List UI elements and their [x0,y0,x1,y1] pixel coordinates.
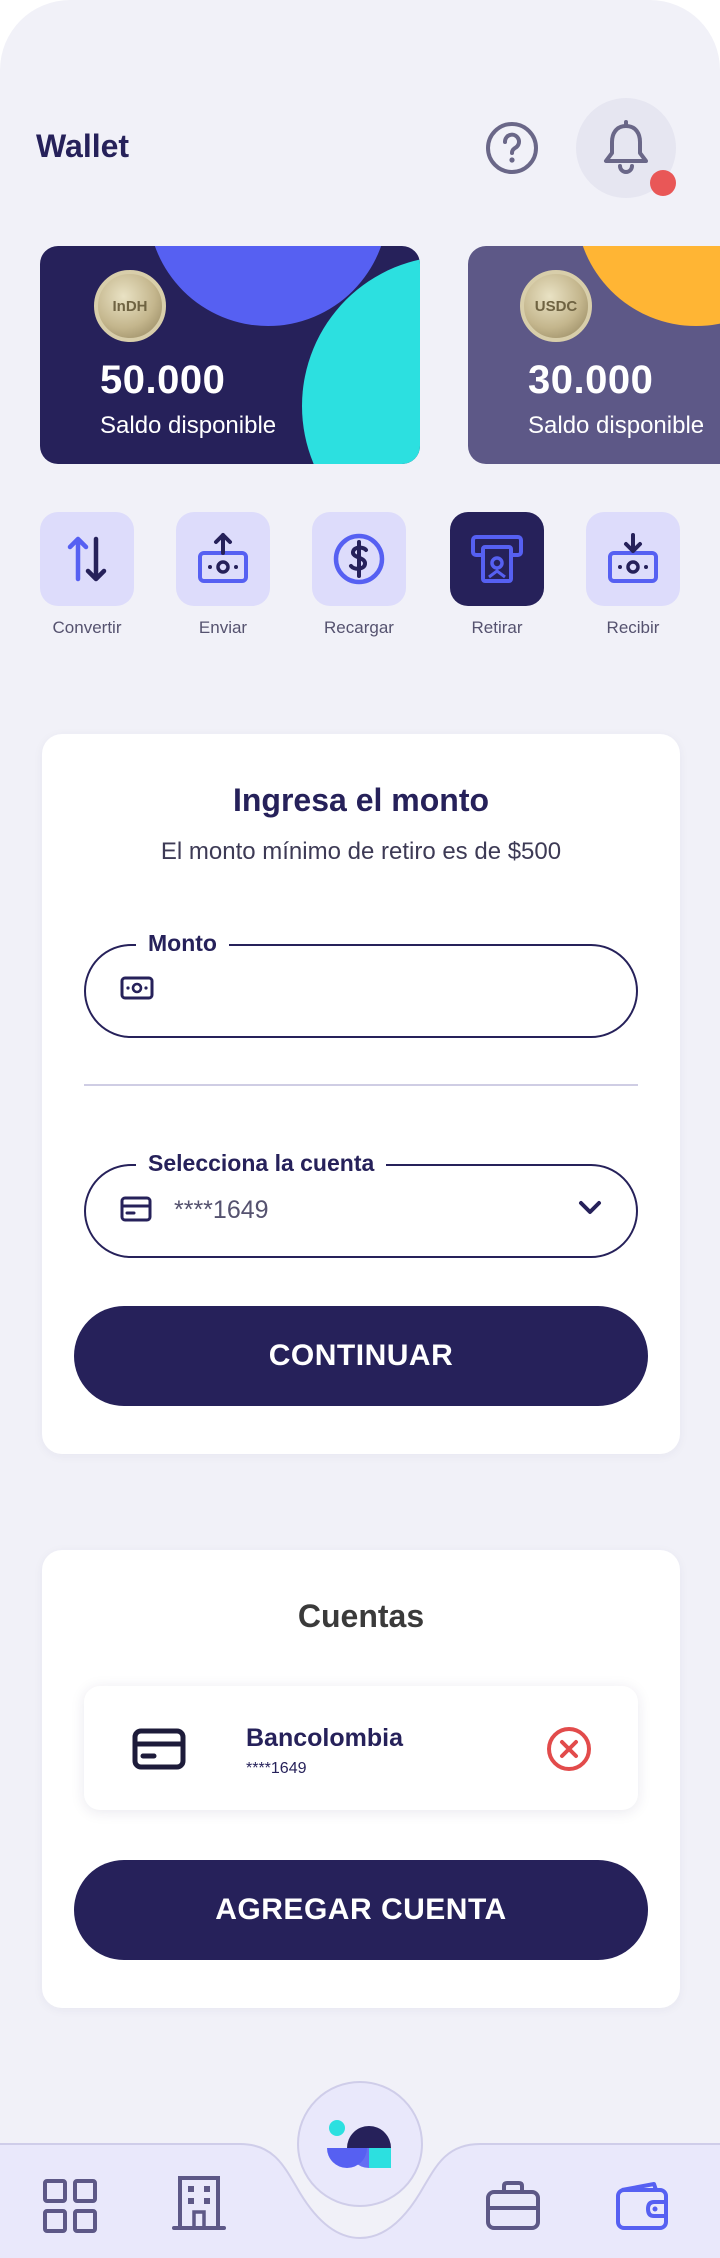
action-retirar[interactable]: Retirar [450,512,544,638]
balance-card-indh[interactable]: InDH 50.000 Saldo disponible [40,246,420,464]
coin-label: InDH [112,297,148,315]
page-title: Wallet [36,128,130,164]
action-tile[interactable] [450,512,544,606]
balance-label: Saldo disponible [528,412,705,439]
chevron-down-icon [579,1201,601,1214]
wallet-icon[interactable] [614,2180,672,2232]
account-select-label: Selecciona la cuenta [136,1150,387,1177]
divider [84,1084,638,1086]
accounts-panel: Cuentas Bancolombia ****1649 AGREGAR CUE… [42,1550,680,2008]
account-number: ****1649 [246,1760,307,1777]
home-center-button[interactable] [297,2081,423,2207]
action-label: Recargar [324,618,394,637]
coin-logo: InDH [94,270,166,342]
balance-label: Saldo disponible [100,412,277,439]
notification-dot [650,170,676,196]
withdraw-title: Ingresa el monto [232,782,490,818]
amount-field-label: Monto [136,930,229,957]
app-logo-icon [327,2120,391,2168]
action-recibir[interactable]: Recibir [586,512,680,638]
notifications-button[interactable] [576,98,676,198]
bell-icon [604,120,648,174]
card-decoration [576,246,720,326]
coin-logo: USDC [520,270,592,342]
dollar-coin-icon [333,533,385,585]
account-select[interactable]: Selecciona la cuenta ****1649 [84,1150,638,1258]
accounts-title: Cuentas [297,1598,425,1634]
remove-account-icon[interactable] [546,1726,592,1772]
help-button[interactable] [484,120,540,176]
action-label: Recibir [606,618,660,637]
account-select-value: ****1649 [174,1196,269,1224]
send-money-icon [198,533,248,583]
action-label: Enviar [198,618,248,637]
app-screen: Wallet InDH 50.000 Saldo disponible USDC… [0,0,720,2258]
atm-withdraw-icon [471,535,523,583]
account-item[interactable]: Bancolombia ****1649 [84,1686,638,1810]
withdraw-subtitle: El monto mínimo de retiro es de $500 [160,838,562,865]
action-tile[interactable] [40,512,134,606]
balance-amount: 30.000 [528,358,654,402]
action-convertir[interactable]: Convertir [40,512,134,638]
action-enviar[interactable]: Enviar [176,512,270,638]
help-icon [486,122,538,174]
action-recargar[interactable]: Recargar [312,512,406,638]
action-tile[interactable] [176,512,270,606]
action-tile[interactable] [586,512,680,606]
withdraw-panel: Ingresa el monto El monto mínimo de reti… [42,734,680,1454]
continue-button[interactable]: CONTINUAR [74,1306,648,1406]
add-account-button[interactable]: AGREGAR CUENTA [74,1860,648,1960]
dashboard-icon[interactable] [42,2178,98,2234]
account-bank-name: Bancolombia [246,1724,403,1752]
action-label: Convertir [52,618,122,637]
balance-amount: 50.000 [100,358,226,402]
balance-card-usdc[interactable]: USDC 30.000 Saldo disponible [468,246,720,464]
coin-label: USDC [534,297,578,315]
building-icon[interactable] [172,2174,226,2232]
action-tile[interactable] [312,512,406,606]
swap-icon [67,536,107,582]
briefcase-icon[interactable] [484,2180,542,2232]
credit-card-icon [132,1728,186,1770]
receive-money-icon [608,533,658,583]
cash-icon [120,976,154,1000]
amount-field[interactable]: Monto [84,930,638,1038]
amount-input[interactable] [166,968,576,1016]
credit-card-icon [120,1196,152,1222]
action-label: Retirar [471,618,523,637]
